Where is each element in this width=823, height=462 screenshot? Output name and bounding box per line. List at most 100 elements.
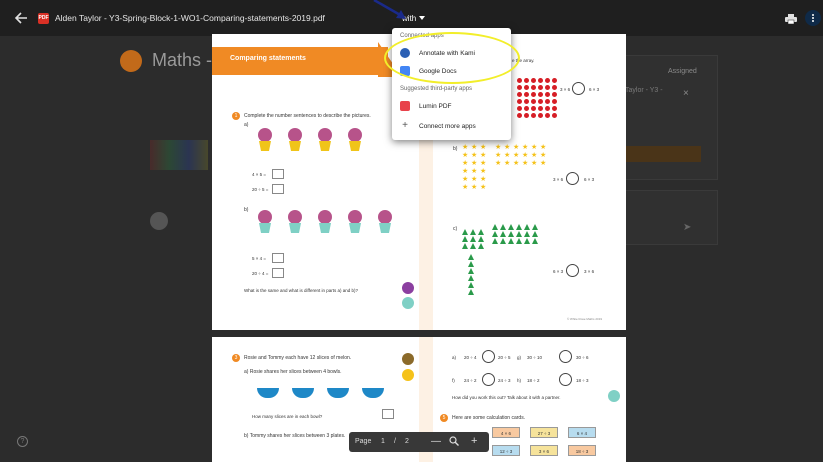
- triangle-array-2: [492, 224, 539, 244]
- comparison-right: 6 × 3: [584, 177, 595, 182]
- expression: 24 ÷ 2: [464, 378, 477, 383]
- answer-box: [272, 253, 284, 263]
- comparison-circle: [559, 373, 572, 386]
- flower-pot-icon: [348, 210, 362, 233]
- question-number: 3: [232, 354, 240, 362]
- zoom-in-button[interactable]: +: [471, 435, 477, 447]
- discussion-question: What is the same and what is different i…: [244, 288, 358, 293]
- assignment-icon: [120, 50, 142, 72]
- part-label: c): [453, 226, 458, 232]
- bowl-icon: [292, 388, 314, 398]
- comparison-circle: [482, 350, 495, 363]
- comparison-right: 3 × 6: [584, 269, 595, 274]
- remove-attachment-icon: ×: [683, 88, 689, 99]
- expression: 18 ÷ 2: [527, 378, 540, 383]
- comparison-right: 6 × 3: [589, 87, 600, 92]
- expression: 20 ÷ 5: [498, 355, 511, 360]
- menu-item-lumin-pdf[interactable]: Lumin PDF: [392, 98, 511, 114]
- calculation-card: 4 × 6: [492, 427, 520, 438]
- help-icon[interactable]: ?: [17, 436, 28, 447]
- page-separator: /: [394, 438, 396, 445]
- calculation-card: 12 ÷ 3: [492, 445, 520, 456]
- question-text: How many slices are in each bowl?: [252, 414, 323, 419]
- flower-pot-icon: [288, 210, 302, 233]
- attached-file: Taylor - Y3 -: [625, 87, 663, 94]
- calculation-card: 3 × 6: [530, 445, 558, 456]
- attachment-thumbnail: [150, 140, 208, 170]
- print-icon[interactable]: [785, 14, 797, 24]
- expression: 18 ÷ 3: [576, 378, 589, 383]
- more-vert-icon[interactable]: [805, 10, 821, 26]
- file-name: Alden Taylor - Y3-Spring-Block-1-WO1-Com…: [55, 13, 325, 23]
- triangle-column: [468, 254, 475, 295]
- flower-pot-icon: [318, 128, 332, 151]
- total-pages: 2: [405, 438, 409, 445]
- plus-icon: +: [402, 120, 408, 131]
- assigned-status: Assigned: [668, 68, 697, 75]
- part-label: b): [244, 207, 249, 213]
- turn-in-button: [625, 146, 701, 162]
- equation: 20 ÷ 5 =: [252, 187, 269, 192]
- part-label: b): [453, 146, 458, 152]
- bowl-icon: [362, 388, 384, 398]
- menu-item-connect-more[interactable]: + Connect more apps: [392, 118, 511, 134]
- expression: 24 ÷ 3: [498, 378, 511, 383]
- think-icon: [608, 390, 620, 402]
- answer-box: [382, 409, 394, 419]
- part-label: a): [244, 122, 249, 128]
- answer-box: [272, 268, 284, 278]
- expression: 30 ÷ 10: [527, 355, 542, 360]
- star-array-2: ★ ★ ★ ★ ★ ★ ★ ★ ★ ★ ★ ★ ★ ★ ★ ★ ★ ★: [495, 144, 547, 167]
- pdf-file-icon: PDF: [38, 13, 49, 24]
- question-number: 1: [232, 112, 240, 120]
- menu-section-header: Suggested third-party apps: [400, 86, 473, 92]
- expression: 20 ÷ 4: [464, 355, 477, 360]
- calculation-card: 6 × 4: [568, 427, 596, 438]
- flower-pot-icon: [288, 128, 302, 151]
- flower-pot-icon: [258, 128, 272, 151]
- comparison-left: 3 × 6: [553, 177, 564, 182]
- part-label: a): [452, 355, 457, 360]
- think-icon: [402, 297, 414, 309]
- flower-pot-icon: [378, 210, 392, 233]
- annotation-arrow-icon: [373, 0, 406, 19]
- copyright-notice: © White Rose Maths 2019: [567, 317, 603, 321]
- comparison-left: 3 × 6: [560, 87, 571, 92]
- pencil-icon: [402, 369, 414, 381]
- answer-box: [272, 169, 284, 179]
- comparison-circle: [572, 82, 585, 95]
- equation: 5 × 4 =: [252, 256, 267, 261]
- flower-pot-icon: [318, 210, 332, 233]
- part-label: f): [452, 378, 455, 383]
- part-label: g): [517, 355, 522, 360]
- menu-item-label: Connect more apps: [419, 122, 476, 130]
- question-text: a) Rosie shares her slices between 4 bow…: [244, 369, 342, 375]
- question-text: Here are some calculation cards.: [452, 415, 526, 421]
- assignment-title: Maths -: [152, 50, 213, 70]
- equation: 4 × 5 =: [252, 172, 267, 177]
- comparison-circle: [566, 172, 579, 185]
- comparison-circle: [559, 350, 572, 363]
- expression: 30 ÷ 6: [576, 355, 589, 360]
- comparison-left: 6 × 3: [553, 269, 564, 274]
- part-label: h): [517, 378, 522, 383]
- menu-item-label: Lumin PDF: [419, 102, 452, 110]
- comparison-circle: [482, 373, 495, 386]
- calculation-card: 27 ÷ 3: [530, 427, 558, 438]
- current-page-input[interactable]: 1: [381, 438, 385, 445]
- banner-title: Comparing statements: [230, 55, 306, 62]
- comparison-circle: [566, 264, 579, 277]
- discussion-question: How did you work this out? Talk about it…: [452, 395, 561, 400]
- assignment-subtitle: [152, 74, 154, 83]
- zoom-icon[interactable]: [449, 436, 459, 446]
- avatar: [150, 212, 168, 230]
- lumin-pdf-icon: [400, 101, 410, 111]
- chevron-down-icon: [419, 16, 426, 20]
- equation: 20 ÷ 4 =: [252, 271, 269, 276]
- zoom-out-button[interactable]: —: [431, 436, 441, 447]
- page-navigation-bar: Page 1 / 2 — +: [349, 432, 489, 452]
- page-label: Page: [355, 438, 372, 445]
- highlight-annotation: [384, 32, 520, 84]
- answer-box: [272, 184, 284, 194]
- back-arrow-icon[interactable]: [14, 11, 28, 25]
